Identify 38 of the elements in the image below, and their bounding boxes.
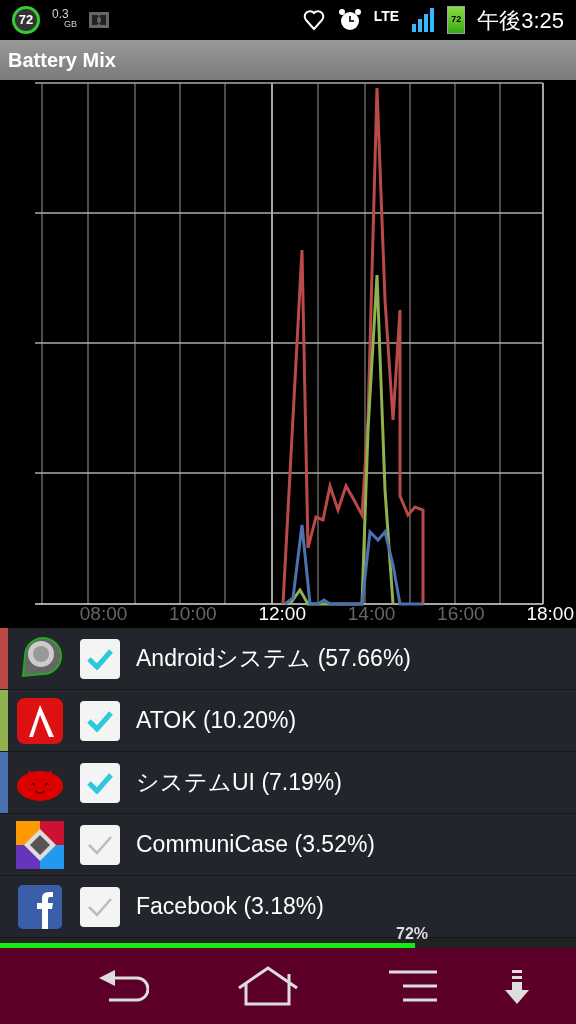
- memory-unit: GB: [64, 19, 77, 29]
- menu-icon: [387, 970, 439, 1002]
- time-label: 08:00: [79, 604, 128, 626]
- facebook-icon: [18, 884, 62, 929]
- checkbox[interactable]: [80, 824, 120, 865]
- battery-percent: 72%: [396, 926, 429, 942]
- alarm-icon: [337, 8, 362, 32]
- app-usage-label: CommuniCase (3.52%): [136, 830, 376, 860]
- clock: 午後3:25: [477, 6, 564, 35]
- download-icon[interactable]: [504, 970, 530, 1006]
- app-usage-label: Facebook (3.18%): [136, 892, 324, 922]
- checkbox[interactable]: [80, 638, 120, 679]
- checkbox[interactable]: [80, 700, 120, 741]
- checkbox[interactable]: [80, 762, 120, 803]
- app-title: Battery Mix: [8, 48, 116, 73]
- checkbox[interactable]: [80, 886, 120, 927]
- time-label: 14:00: [347, 604, 396, 626]
- check-icon: [86, 709, 114, 732]
- network-type: LTE: [373, 9, 400, 26]
- time-label: 16:00: [437, 604, 485, 626]
- time-label: 12:00: [258, 604, 306, 626]
- back-icon: [97, 968, 149, 1004]
- dolby-icon: [89, 12, 109, 28]
- app-usage-label: システムUI (7.19%): [136, 768, 342, 798]
- app-usage-label: ATOK (10.20%): [136, 706, 297, 736]
- arrows-icon: [16, 820, 64, 869]
- letter-a-icon: [16, 696, 64, 745]
- heart-icon: [301, 8, 326, 32]
- ring-badge: 72: [12, 6, 40, 34]
- home-icon: [237, 966, 299, 1006]
- battery-indicator: 72: [447, 6, 466, 34]
- memory-value: 0.3: [52, 7, 70, 20]
- app-usage-label: Androidシステム (57.66%): [136, 644, 411, 674]
- check-icon: [86, 771, 114, 794]
- signal-icon: [411, 8, 436, 32]
- time-label: 18:00: [526, 604, 574, 626]
- check-icon: [86, 647, 114, 670]
- time-label: 10:00: [169, 604, 217, 626]
